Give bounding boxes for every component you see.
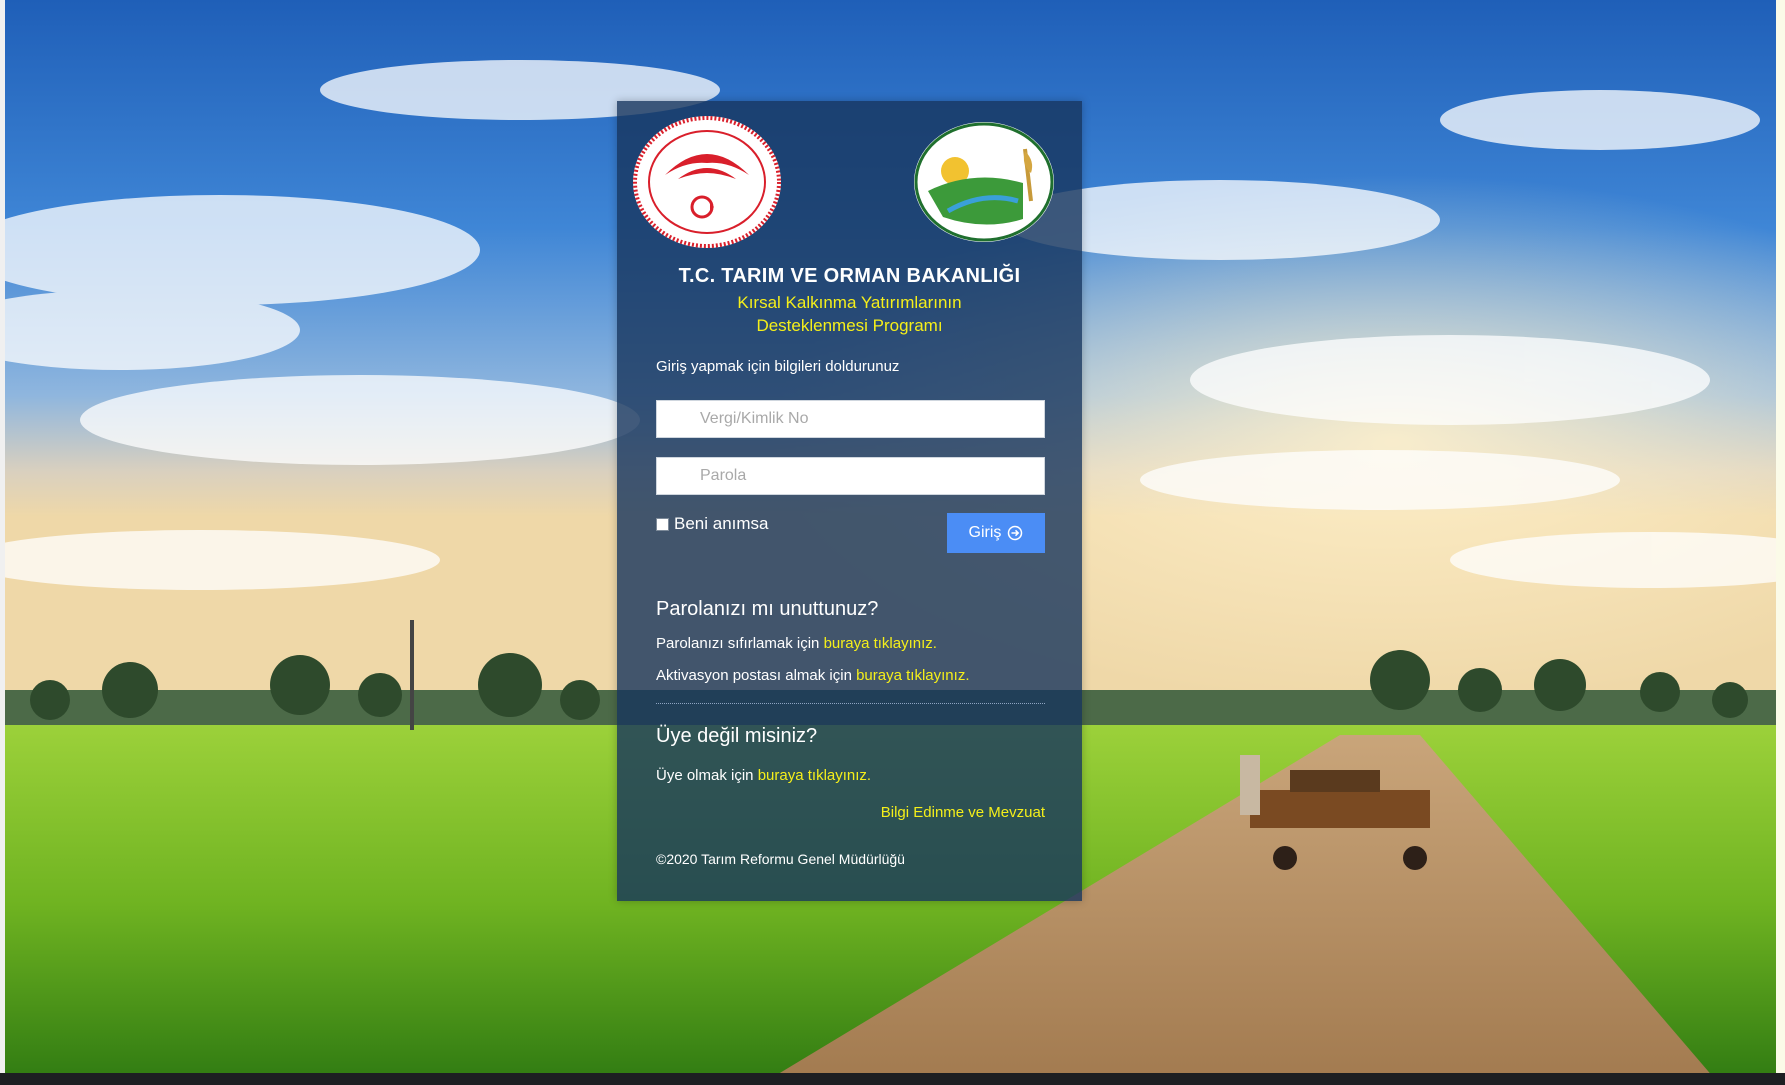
remember-me-label: Beni anımsa <box>674 514 769 533</box>
register-heading: Üye değil misiniz? <box>656 725 818 747</box>
program-title-line1: Kırsal Kalkınma Yatırımlarının <box>737 293 962 312</box>
register-link[interactable]: buraya tıklayınız. <box>758 767 871 784</box>
register-text: Üye olmak için <box>656 767 754 784</box>
tax-id-field[interactable] <box>656 400 1045 438</box>
ministry-title: T.C. TARIM VE ORMAN BAKANLIĞI <box>678 265 1021 287</box>
password-field[interactable] <box>656 457 1045 495</box>
tarim-reformu-logo-icon <box>914 122 1054 242</box>
activation-mail-text: Aktivasyon postası almak için <box>656 667 852 684</box>
activation-mail-link[interactable]: buraya tıklayınız. <box>856 667 969 684</box>
section-divider <box>656 703 1045 704</box>
remember-me-checkbox[interactable] <box>656 517 669 531</box>
password-input[interactable] <box>657 458 1044 494</box>
copyright-text: ©2020 Tarım Reformu Genel Müdürlüğü <box>656 851 905 867</box>
reset-password-link[interactable]: buraya tıklayınız. <box>824 635 937 652</box>
program-title-line2: Desteklenmesi Programı <box>756 316 943 335</box>
left-window-edge <box>0 0 5 1085</box>
info-legislation-link[interactable]: Bilgi Edinme ve Mevzuat <box>881 804 1045 821</box>
login-panel: T.C. TARIM VE ORMAN BAKANLIĞI Kırsal Kal… <box>617 101 1082 901</box>
bottom-taskbar <box>0 1073 1785 1085</box>
remember-me[interactable]: Beni anımsa <box>656 514 769 534</box>
login-page: T.C. TARIM VE ORMAN BAKANLIĞI Kırsal Kal… <box>0 0 1785 1085</box>
forgot-password-heading: Parolanızı mı unuttunuz? <box>656 598 879 620</box>
program-title: Kırsal Kalkınma Yatırımlarının Desteklen… <box>617 291 1082 337</box>
right-window-edge <box>1776 0 1785 1085</box>
login-button[interactable]: Giriş <box>947 513 1045 553</box>
arrow-circle-right-icon <box>1008 525 1023 541</box>
reset-password-line: Parolanızı sıfırlamak için buraya tıklay… <box>656 635 937 652</box>
login-hint-text: Giriş yapmak için bilgileri doldurunuz <box>656 358 900 375</box>
register-line: Üye olmak için buraya tıklayınız. <box>656 767 871 784</box>
tax-id-input[interactable] <box>657 401 1044 437</box>
ministry-emblem-icon <box>633 116 781 248</box>
login-button-label: Giriş <box>968 524 1002 541</box>
reset-password-text: Parolanızı sıfırlamak için <box>656 635 820 652</box>
activation-mail-line: Aktivasyon postası almak için buraya tık… <box>656 667 969 684</box>
